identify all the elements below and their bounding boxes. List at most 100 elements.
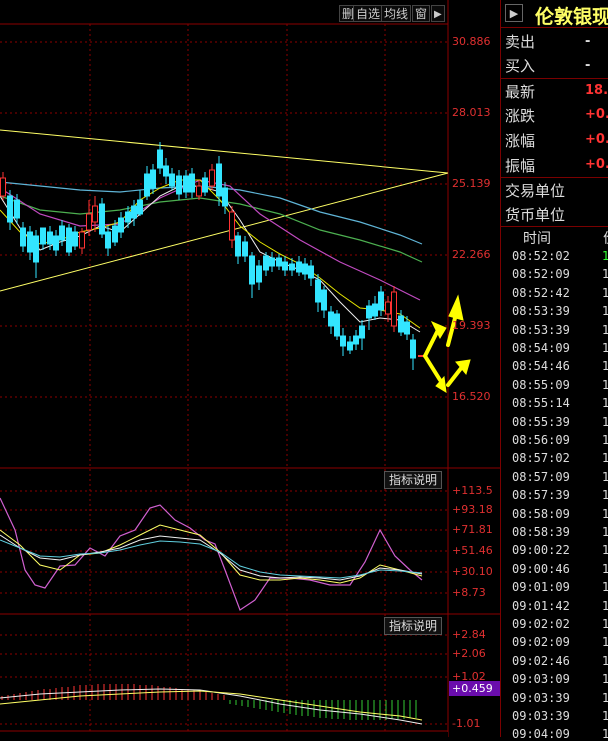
candle-body <box>276 257 282 267</box>
tick-price: 1 <box>602 727 608 741</box>
candle-body <box>40 227 46 245</box>
price-axis-label: 28.013 <box>452 106 491 119</box>
candle-body <box>398 315 404 333</box>
candle-body <box>125 211 131 223</box>
candle-body <box>353 335 359 345</box>
candle-body <box>222 187 228 207</box>
tick-price: 1 <box>602 304 608 319</box>
candle-body <box>256 265 262 283</box>
quote-label-sell: 卖出 <box>505 33 536 51</box>
candle-body <box>404 321 410 335</box>
tick-price: 1 <box>602 506 608 521</box>
tick-time: 08:54:46 <box>512 359 570 374</box>
watchlist-button[interactable]: 自选 <box>353 5 384 22</box>
candle-body <box>202 177 208 193</box>
tick-price: 1 <box>602 285 608 300</box>
tick-time: 09:00:46 <box>512 561 570 576</box>
indicator-info-button[interactable]: 指标说明 <box>384 471 442 489</box>
tick-time: 08:55:09 <box>512 377 570 392</box>
candle-body <box>366 305 372 319</box>
candle-body <box>216 163 222 197</box>
window-button[interactable]: 窗 <box>412 5 431 22</box>
candle-body <box>144 173 150 197</box>
tick-time: 09:00:22 <box>512 543 570 558</box>
candle-body <box>302 263 308 275</box>
tick-time: 08:57:02 <box>512 451 570 466</box>
quote-panel: ▶ 伦敦银现 卖出 - 买入 - 最新 18.0 涨跌 +0.0 涨幅 +0.4… <box>500 0 608 741</box>
tick-time: 09:03:39 <box>512 709 570 723</box>
candle-body <box>289 263 295 271</box>
candle-body <box>321 289 327 311</box>
tick-price: 1 <box>602 709 608 723</box>
candle-body <box>242 241 248 257</box>
tick-price: 1 <box>602 525 608 539</box>
osc-axis-label: +71.81 <box>452 523 493 536</box>
candle-body <box>334 313 340 337</box>
candle-body <box>372 303 378 317</box>
candle-body <box>33 235 39 263</box>
quote-label-amplitude: 振幅 <box>505 157 536 175</box>
instrument-title: 伦敦银现 <box>535 6 608 28</box>
candle-body <box>328 311 334 327</box>
tick-price: 1 <box>602 322 608 337</box>
tick-price: 1 <box>602 617 608 631</box>
moving-average-button[interactable]: 均线 <box>381 5 412 22</box>
tick-price: 1 <box>602 488 608 503</box>
macd-axis-label: +2.84 <box>452 628 486 641</box>
next-icon[interactable]: ▶ <box>431 5 445 22</box>
candle-body <box>59 225 65 241</box>
quote-label-pct: 涨幅 <box>505 132 536 150</box>
tick-time: 09:01:42 <box>512 598 570 613</box>
chart-area[interactable]: 删 自选 均线 窗 ▶ 30.886 28.013 25.139 22.266 … <box>0 0 500 737</box>
price-axis-label: 25.139 <box>452 177 491 190</box>
tick-price: 1 <box>602 377 608 392</box>
tick-time: 09:04:09 <box>512 727 570 741</box>
tick-time: 08:52:02 <box>512 249 570 263</box>
candle-body <box>315 279 321 303</box>
tick-price: 1 <box>602 543 608 558</box>
tick-price: 1 <box>602 433 608 447</box>
quote-value-sell: - <box>585 34 591 49</box>
candle-body <box>79 231 85 249</box>
tick-price: 1 <box>602 653 608 668</box>
candle-body <box>20 227 26 247</box>
candle-body <box>196 185 202 197</box>
candle-body <box>118 217 124 233</box>
osc-axis-label: +113.5 <box>452 484 493 497</box>
candle-body <box>7 195 13 223</box>
tick-time: 09:02:46 <box>512 653 570 668</box>
macd-current-value: +0.459 <box>452 682 493 695</box>
candle-body <box>340 335 346 347</box>
quote-label-currency-unit: 货币单位 <box>505 206 566 224</box>
candle-body <box>137 199 143 215</box>
candle-body <box>72 231 78 247</box>
candle-body <box>249 255 255 285</box>
candle-body <box>27 231 33 253</box>
quote-value-pct: +0.4 <box>585 132 608 147</box>
candle-body <box>229 211 235 241</box>
divider <box>501 27 608 28</box>
candle-body <box>347 341 353 351</box>
nav-arrow-icon[interactable]: ▶ <box>505 4 523 22</box>
candle-body <box>105 231 111 249</box>
candle-body <box>157 149 163 169</box>
quote-label-buy: 买入 <box>505 57 536 75</box>
tick-time: 08:52:09 <box>512 267 570 282</box>
quote-value-amplitude: +0.5 <box>585 157 608 172</box>
candle-body <box>112 225 118 243</box>
candle-body <box>209 169 215 187</box>
candle-body <box>263 255 269 271</box>
quote-label-trade-unit: 交易单位 <box>505 182 566 200</box>
tick-price: 1 <box>602 414 608 429</box>
tick-price: 1 <box>602 672 608 687</box>
candle-body <box>308 265 314 279</box>
divider <box>501 177 608 178</box>
macd-axis-label: -1.01 <box>452 717 481 730</box>
tick-price: 1 <box>602 598 608 613</box>
tick-price: 1 <box>602 580 608 595</box>
osc-axis-label: +93.18 <box>452 503 493 516</box>
indicator-info-button[interactable]: 指标说明 <box>384 617 442 635</box>
tick-time: 08:55:39 <box>512 414 570 429</box>
tick-price: 1 <box>602 249 608 263</box>
candle-body <box>0 177 6 197</box>
